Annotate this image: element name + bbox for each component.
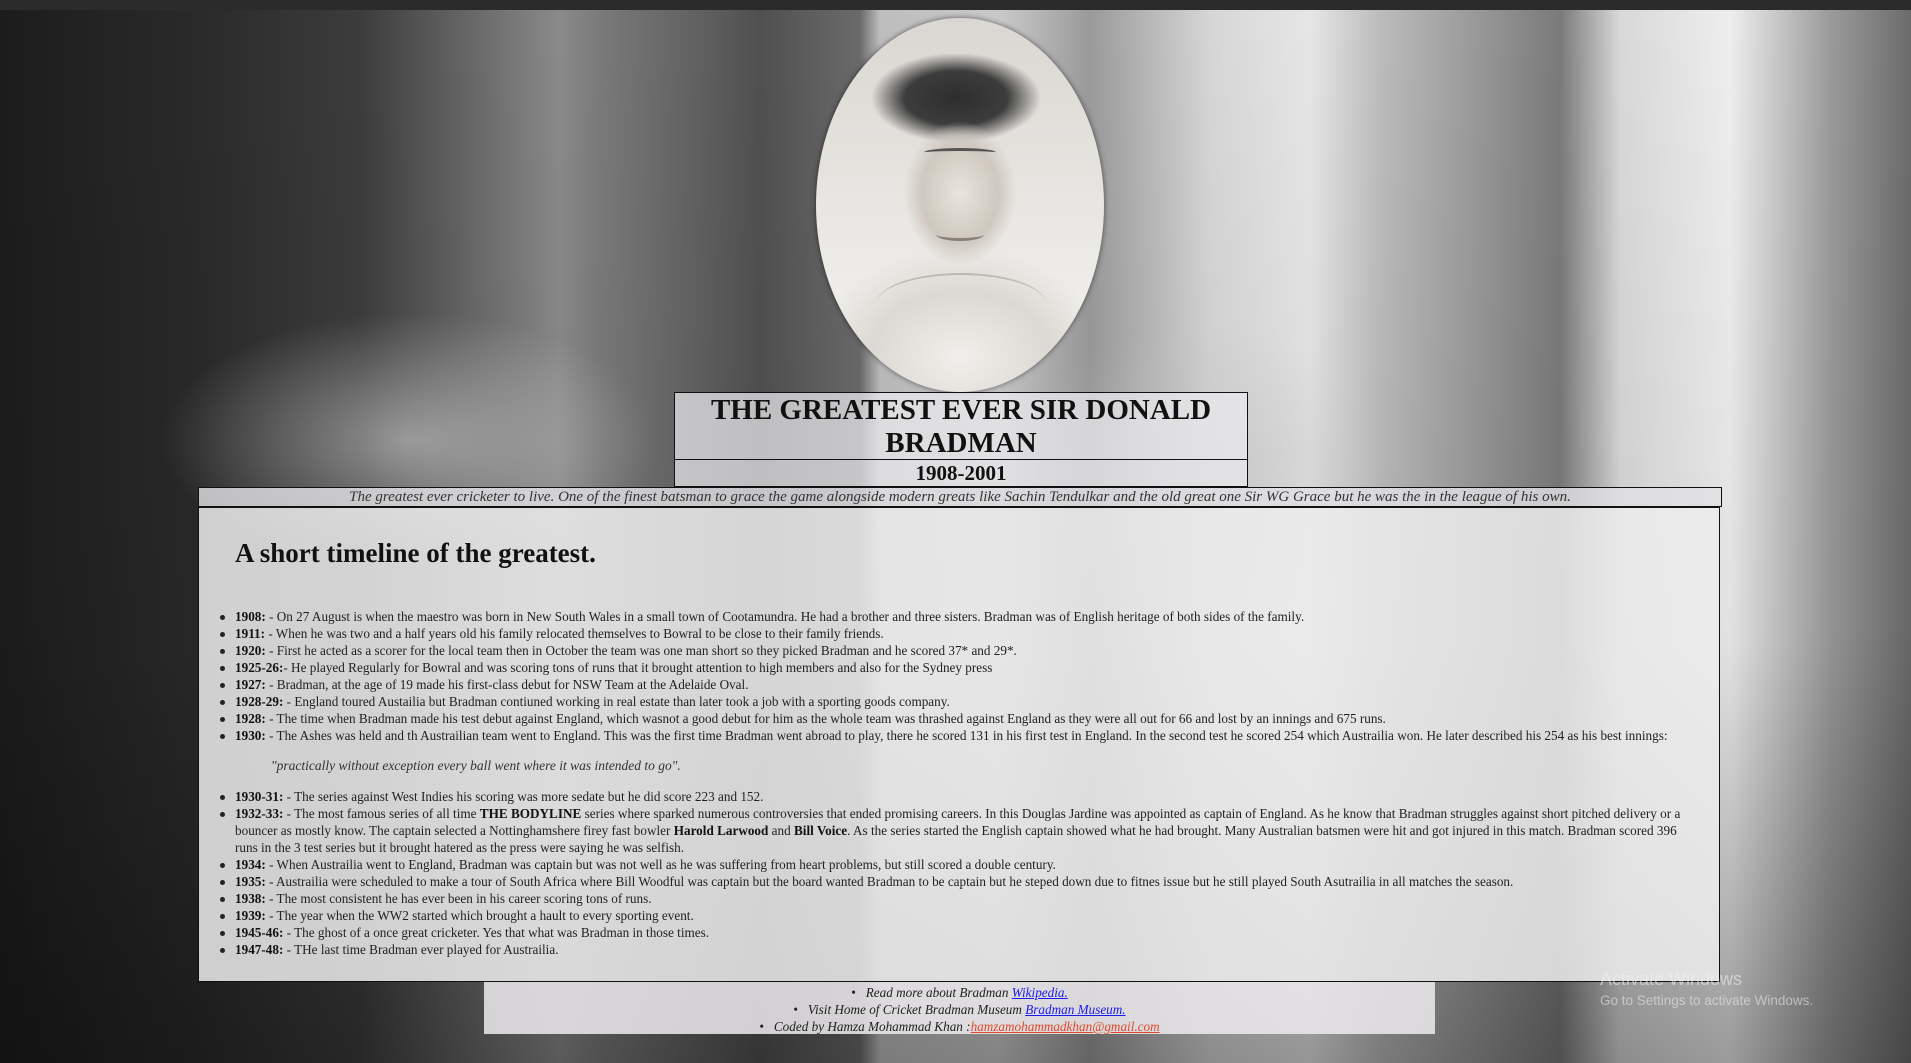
years-label: 1908-2001 [674,459,1248,487]
timeline-text: - England toured Austailia but Bradman c… [283,694,950,709]
activate-windows-subtitle: Go to Settings to activate Windows. [1600,993,1814,1008]
list-item: 1938: - The most consistent he has ever … [220,890,1701,907]
timeline-year: 1947-48: [235,942,284,957]
footer: Read more about Bradman Wikipedia. Visit… [484,982,1435,1034]
activate-windows-watermark: Activate Windows Go to Settings to activ… [1600,968,1813,1010]
timeline-year: 1930-31: [235,789,284,804]
timeline-year: 1928-29: [235,694,284,709]
list-item: 1927: - Bradman, at the age of 19 made h… [220,676,1701,693]
title-box: THE GREATEST EVER SIR DONALD BRADMAN [674,392,1248,460]
footer-text: Visit Home of Cricket Bradman Museum [807,1002,1026,1017]
timeline-text: - First he acted as a scorer for the loc… [265,643,1017,658]
list-item: 1925-26:- He played Regularly for Bowral… [220,659,1701,676]
portrait-eyes-detail [924,148,996,157]
list-item: 1932-33: - The most famous series of all… [220,805,1701,856]
list-item: 1935: - Austrailia were scheduled to mak… [220,873,1701,890]
timeline-text: - The most famous series of all time [283,806,480,821]
bowler-name: Bill Voice [794,823,848,838]
timeline-text: - When he was two and a half years old h… [265,626,884,641]
timeline-year: 1927: [235,677,266,692]
timeline-year: 1935: [235,874,266,889]
footer-item-museum: Visit Home of Cricket Bradman Museum Bra… [484,1001,1435,1018]
footer-item-author: Coded by Hamza Mohammad Khan :hamzamoham… [484,1018,1435,1035]
footer-text: Read more about Bradman [865,985,1012,1000]
timeline-text: - On 27 August is when the maestro was b… [265,609,1305,624]
bradman-museum-link[interactable]: Bradman Museum. [1025,1002,1125,1017]
timeline-year: 1938: [235,891,266,906]
timeline-year: 1928: [235,711,266,726]
bradman-quote: "practically without exception every bal… [271,758,681,773]
list-item: 1911: - When he was two and a half years… [220,625,1701,642]
timeline-list: 1908: - On 27 August is when the maestro… [220,608,1701,744]
timeline-year: 1920: [235,643,266,658]
footer-text: Coded by Hamza Mohammad Khan : [773,1019,971,1034]
timeline-year: 1932-33: [235,806,284,821]
timeline-year: 1945-46: [235,925,284,940]
list-item: 1920: - First he acted as a scorer for t… [220,642,1701,659]
timeline-text: - The time when Bradman made his test de… [265,711,1386,726]
timeline-year: 1908: [235,609,266,624]
list-item: 1939: - The year when the WW2 started wh… [220,907,1701,924]
footer-item-wikipedia: Read more about Bradman Wikipedia. [484,984,1435,1001]
list-item: 1930: - The Ashes was held and th Austra… [220,727,1701,744]
list-item: 1947-48: - THe last time Bradman ever pl… [220,941,1701,958]
activate-windows-title: Activate Windows [1600,969,1743,989]
timeline-text: - THe last time Bradman ever played for … [283,942,559,957]
timeline-text: - The year when the WW2 started which br… [265,908,694,923]
list-item: 1928: - The time when Bradman made his t… [220,710,1701,727]
portrait-mouth-detail [936,228,984,241]
timeline-year: 1930: [235,728,266,743]
bowler-name: Harold Larwood [673,823,769,838]
list-item: 1928-29: - England toured Austailia but … [220,693,1701,710]
timeline-heading: A short timeline of the greatest. [235,538,596,568]
timeline-text: - The ghost of a once great cricketer. Y… [283,925,710,940]
timeline-text: - The series against West Indies his sco… [283,789,764,804]
bodyline-emphasis: THE BODYLINE [479,806,582,821]
list-item: 1945-46: - The ghost of a once great cri… [220,924,1701,941]
timeline-year: 1911: [235,626,266,641]
timeline-year: 1939: [235,908,266,923]
author-email-link[interactable]: hamzamohammadkhan@gmail.com [971,1019,1160,1034]
timeline-section: A short timeline of the greatest. 1908: … [198,507,1720,982]
portrait-photo [816,18,1104,392]
timeline-text: - The most consistent he has ever been i… [265,891,652,906]
tagline: The greatest ever cricketer to live. One… [198,487,1722,507]
portrait-collar-detail [876,273,1046,335]
browser-top-strip [0,0,1911,10]
timeline-text: and [768,823,795,838]
timeline-text: - He played Regularly for Bowral and was… [283,660,993,675]
timeline-year: 1934: [235,857,266,872]
list-item: 1930-31: - The series against West Indie… [220,788,1701,805]
timeline-text: - Bradman, at the age of 19 made his fir… [265,677,749,692]
timeline-list-continued: 1930-31: - The series against West Indie… [220,788,1701,958]
timeline-year: 1925-26: [235,660,284,675]
timeline-text: - Austrailia were scheduled to make a to… [265,874,1514,889]
list-item: 1934: - When Austrailia went to England,… [220,856,1701,873]
wikipedia-link[interactable]: Wikipedia. [1012,985,1068,1000]
list-item: 1908: - On 27 August is when the maestro… [220,608,1701,625]
page-title: THE GREATEST EVER SIR DONALD BRADMAN [710,394,1212,459]
footer-list: Read more about Bradman Wikipedia. Visit… [484,982,1435,1035]
timeline-text: - The Ashes was held and th Austrailian … [265,728,1668,743]
timeline-text: - When Austrailia went to England, Bradm… [265,857,1056,872]
